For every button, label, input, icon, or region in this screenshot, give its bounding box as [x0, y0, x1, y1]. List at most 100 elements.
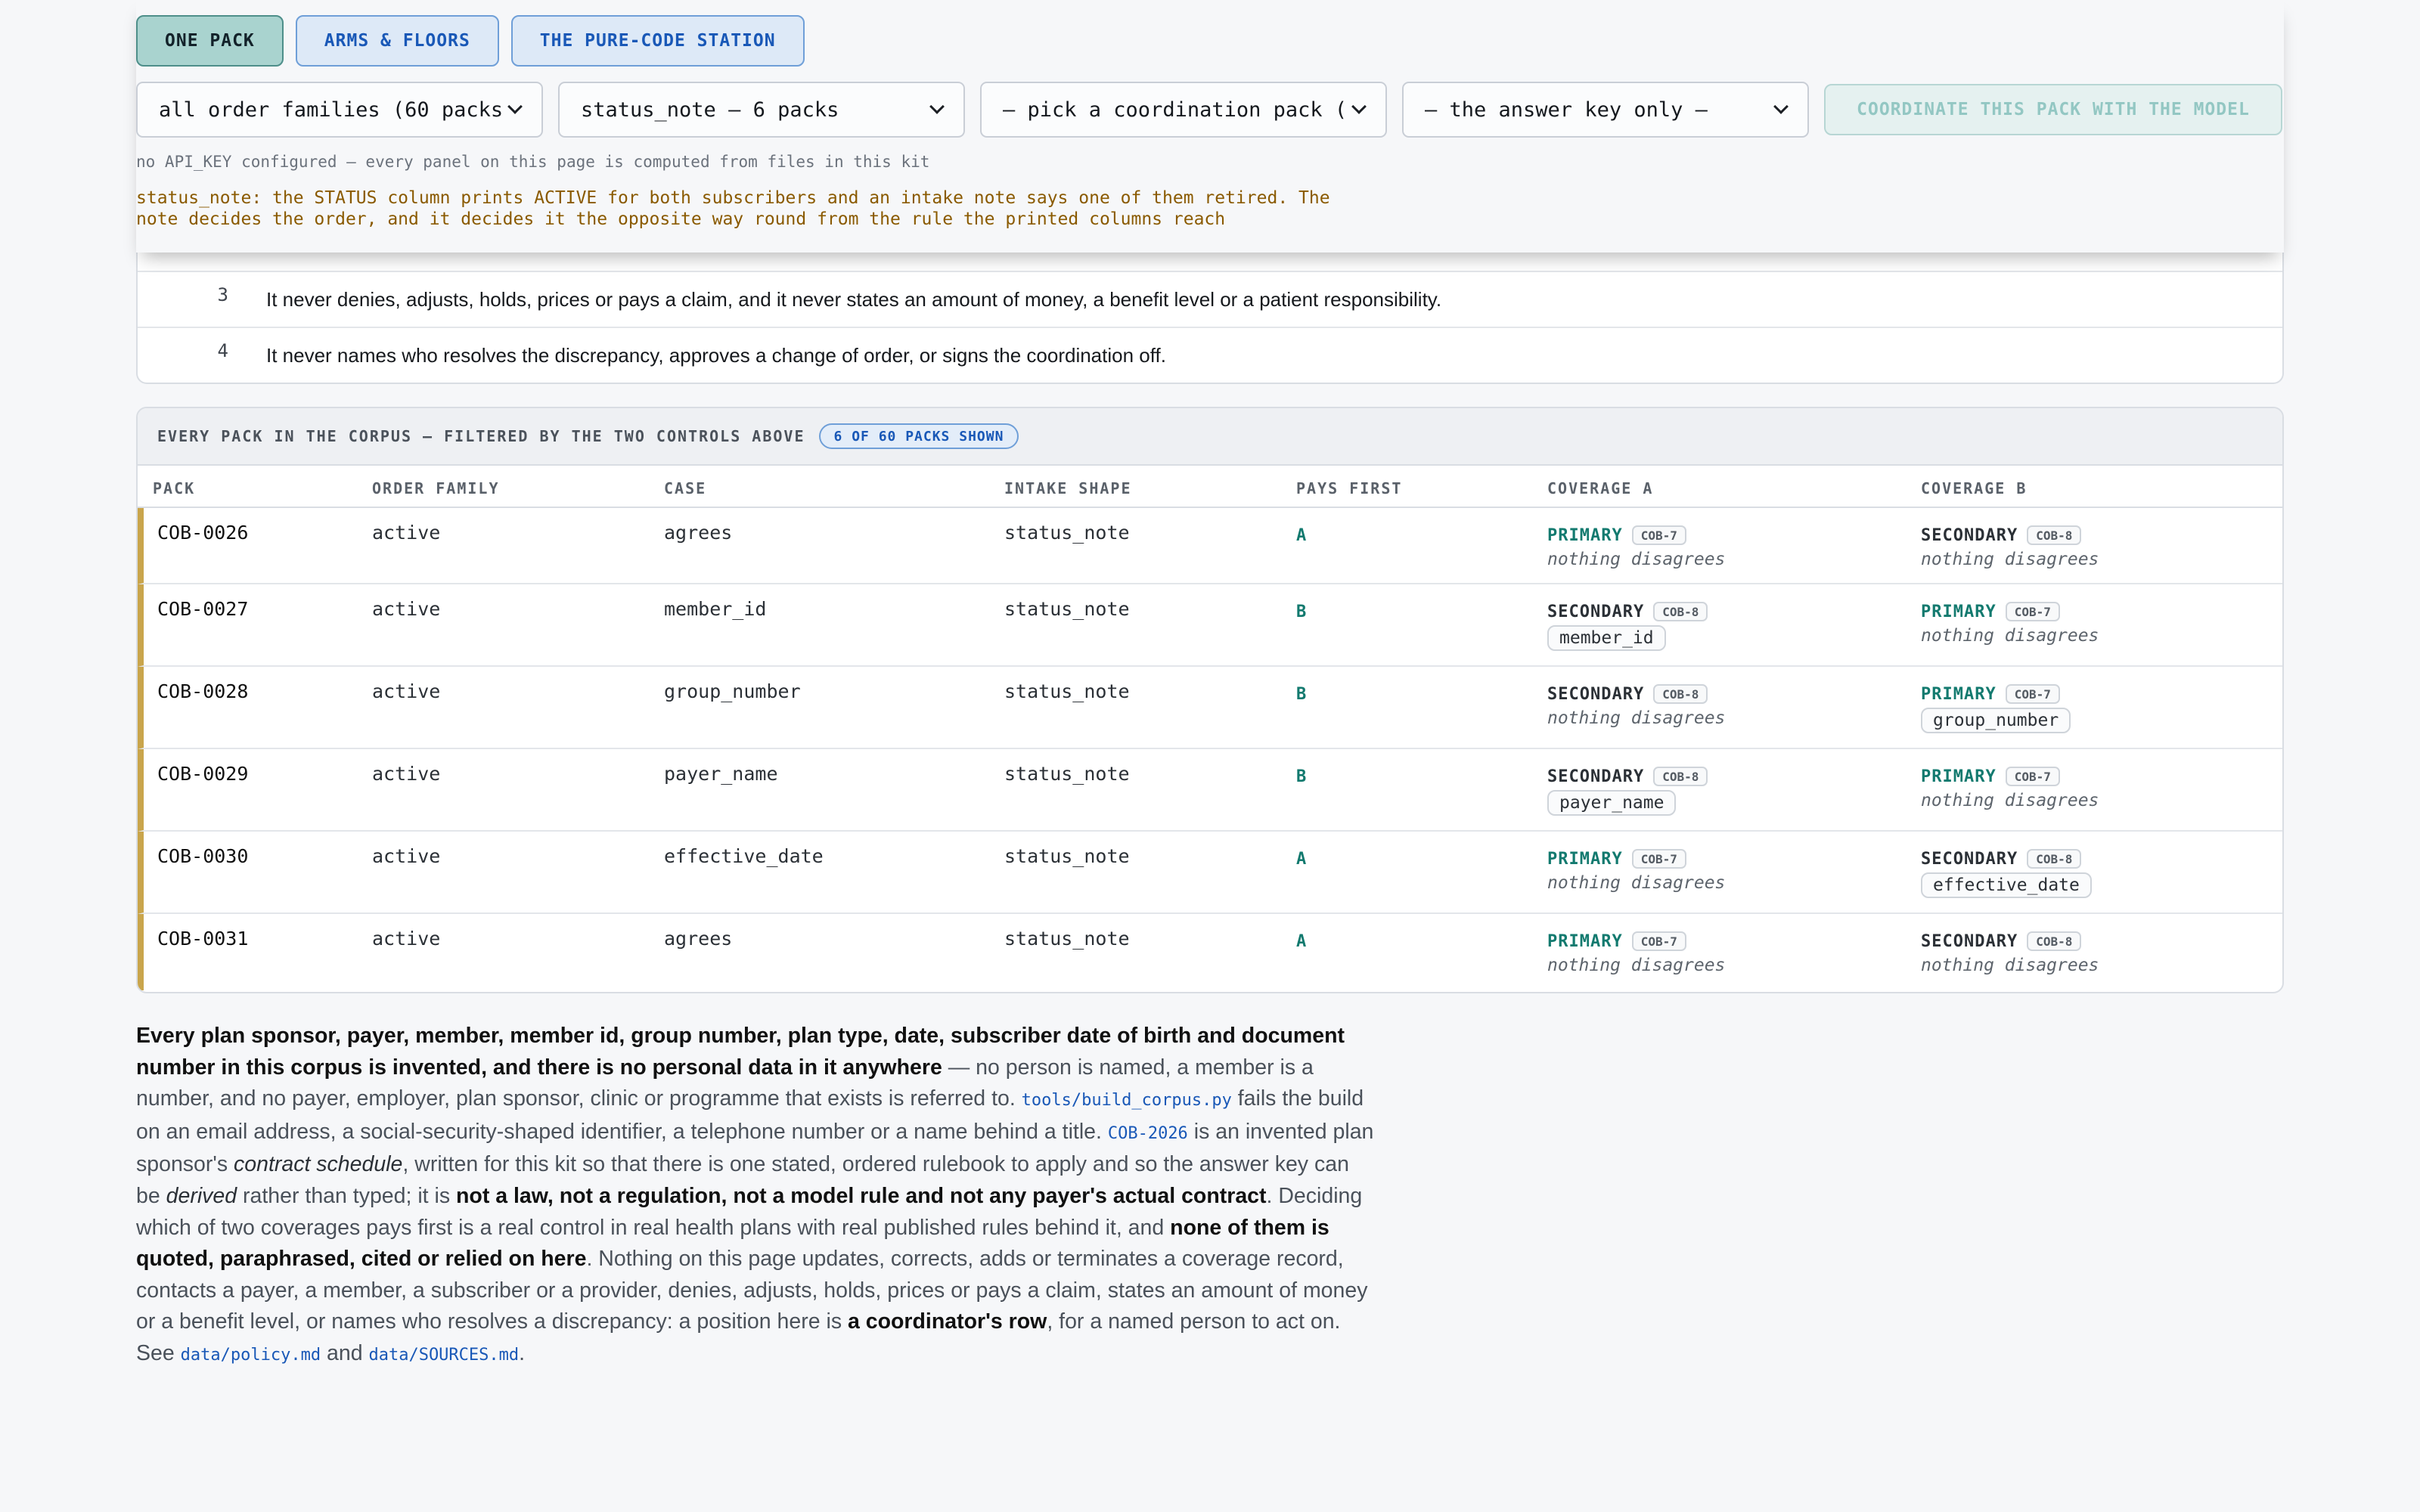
- intake-shape: status_note: [1004, 845, 1130, 867]
- answer-key-select[interactable]: — the answer key only —: [1402, 82, 1809, 138]
- cob-2026-link[interactable]: COB-2026: [1108, 1124, 1188, 1143]
- intake-shape: status_note: [1004, 598, 1130, 620]
- rule-chip: COB-7: [2005, 767, 2060, 786]
- pack-id: COB-0027: [157, 598, 249, 620]
- coverage-role: PRIMARY: [1547, 849, 1623, 869]
- table-row[interactable]: COB-0029 active payer_name status_note B SECO…: [138, 749, 2282, 832]
- intake-shape: status_note: [1004, 680, 1130, 702]
- coverage-role: SECONDARY: [1921, 931, 2018, 951]
- nothing-disagrees-note: nothing disagrees: [1547, 550, 1726, 569]
- case-name: group_number: [664, 680, 801, 702]
- case-name: payer_name: [664, 763, 778, 785]
- order-family: active: [372, 928, 441, 950]
- pays-first: B: [1296, 685, 1307, 704]
- coverage-role: SECONDARY: [1547, 602, 1645, 621]
- coverage-a-cell: SECONDARY COB-8 nothing disagrees: [1547, 682, 1725, 730]
- table-row[interactable]: COB-0030 active effective_date status_note A…: [138, 832, 2282, 914]
- col-intake-shape[interactable]: INTAKE SHAPE: [1004, 479, 1132, 497]
- disclaimer-italic: derived: [166, 1183, 237, 1208]
- coverage-b-cell: PRIMARY COB-7 nothing disagrees: [1921, 600, 2099, 648]
- table-row[interactable]: COB-0027 active member_id status_note B SECON…: [138, 584, 2282, 667]
- coverage-role-line: PRIMARY COB-7: [1921, 764, 2099, 789]
- case-name: effective_date: [664, 845, 824, 867]
- coverage-role: SECONDARY: [1547, 767, 1645, 786]
- coordinate-pack-button[interactable]: COORDINATE THIS PACK WITH THE MODEL: [1824, 84, 2282, 135]
- table-row[interactable]: COB-0028 active group_number status_note B SE…: [138, 667, 2282, 749]
- coverage-role-line: SECONDARY COB-8: [1921, 929, 2099, 953]
- tab-pure-code-station[interactable]: THE PURE-CODE STATION: [510, 15, 805, 67]
- disagreeing-field-chip: effective_date: [1921, 872, 2092, 898]
- col-coverage-a[interactable]: COVERAGE A: [1547, 479, 1653, 497]
- coverage-role-line: PRIMARY COB-7: [1547, 523, 1725, 547]
- coverage-role: PRIMARY: [1921, 767, 1996, 786]
- intake-shape-select[interactable]: status_note — 6 packs: [558, 82, 965, 138]
- coverage-role: PRIMARY: [1547, 525, 1623, 545]
- chevron-down-icon: [1773, 99, 1789, 114]
- tab-one-pack[interactable]: ONE PACK: [136, 15, 284, 67]
- coverage-a-cell: PRIMARY COB-7 nothing disagrees: [1547, 929, 1725, 978]
- col-pack[interactable]: PACK: [153, 479, 195, 497]
- order-family-select[interactable]: all order families (60 packs): [136, 82, 543, 138]
- coverage-role: PRIMARY: [1547, 931, 1623, 951]
- privacy-disclaimer: Every plan sponsor, payer, member, membe…: [136, 1021, 1376, 1371]
- rule-chip: COB-7: [1631, 525, 1686, 545]
- status-note-description: status_note: the STATUS column prints AC…: [136, 188, 1330, 229]
- rule-chip: COB-8: [2027, 849, 2082, 869]
- rule-number: 3: [217, 284, 228, 305]
- order-family: active: [372, 598, 441, 620]
- table-row[interactable]: COB-0031 active agrees status_note A PRIMARY C…: [138, 914, 2282, 990]
- disagreeing-field-chip: group_number: [1921, 708, 2071, 733]
- pack-select[interactable]: — pick a coordination pack (6: [980, 82, 1387, 138]
- col-case[interactable]: CASE: [664, 479, 706, 497]
- pays-first: B: [1296, 767, 1307, 786]
- coverage-role: SECONDARY: [1921, 849, 2018, 869]
- coverage-role: PRIMARY: [1921, 684, 1996, 704]
- sources-md-link[interactable]: data/SOURCES.md: [368, 1346, 519, 1365]
- rule-chip: COB-8: [2027, 931, 2082, 951]
- coverage-b-cell: PRIMARY COB-7 group_number: [1921, 682, 2071, 733]
- pack-id: COB-0026: [157, 522, 249, 544]
- order-family: active: [372, 680, 441, 702]
- pack-value: — pick a coordination pack (6: [1003, 98, 1346, 122]
- rule-chip: COB-8: [2027, 525, 2082, 545]
- pack-id: COB-0030: [157, 845, 249, 867]
- col-coverage-b[interactable]: COVERAGE B: [1921, 479, 2027, 497]
- rule-chip: COB-7: [2005, 602, 2060, 621]
- disclaimer-text: and: [321, 1340, 369, 1365]
- build-corpus-link[interactable]: tools/build_corpus.py: [1022, 1091, 1232, 1110]
- chevron-down-icon: [929, 99, 945, 114]
- coverage-b-cell: SECONDARY COB-8 effective_date: [1921, 847, 2092, 898]
- coverage-a-cell: PRIMARY COB-7 nothing disagrees: [1547, 523, 1725, 572]
- rule-chip: COB-8: [1653, 767, 1708, 786]
- rule-text: It never names who resolves the discrepa…: [266, 343, 1166, 367]
- disclaimer-text: rather than typed; it is: [237, 1183, 457, 1208]
- coverage-role-line: SECONDARY COB-8: [1547, 764, 1708, 789]
- col-order-family[interactable]: ORDER FAMILY: [372, 479, 500, 497]
- tab-arms-floors[interactable]: ARMS & FLOORS: [295, 15, 499, 67]
- rule-chip: COB-7: [1631, 931, 1686, 951]
- case-name: agrees: [664, 928, 733, 950]
- pays-first: A: [1296, 850, 1307, 869]
- rule-row: 4 It never names who resolves the discre…: [138, 327, 2282, 383]
- disagreeing-field-chip: payer_name: [1547, 790, 1677, 816]
- api-key-notice: no API_KEY configured — every panel on t…: [136, 153, 930, 171]
- coverage-b-cell: SECONDARY COB-8 nothing disagrees: [1921, 523, 2099, 572]
- pays-first: A: [1296, 526, 1307, 545]
- intake-shape: status_note: [1004, 522, 1130, 544]
- coverage-role: SECONDARY: [1547, 684, 1645, 704]
- coverage-role-line: PRIMARY COB-7: [1547, 847, 1725, 871]
- chevron-down-icon: [1351, 99, 1367, 114]
- coverage-a-cell: SECONDARY COB-8 member_id: [1547, 600, 1708, 651]
- case-name: agrees: [664, 522, 733, 544]
- nothing-disagrees-note: nothing disagrees: [1921, 956, 2099, 975]
- table-header: PACK ORDER FAMILY CASE INTAKE SHAPE PAYS…: [138, 466, 2282, 508]
- pays-first: B: [1296, 603, 1307, 621]
- corpus-title: EVERY PACK IN THE CORPUS — FILTERED BY T…: [157, 427, 805, 445]
- table-row[interactable]: COB-0026 active agrees status_note A PRIMARY C…: [138, 508, 2282, 584]
- view-tabs: ONE PACK ARMS & FLOORS THE PURE-CODE STA…: [136, 15, 805, 67]
- control-panel: ONE PACK ARMS & FLOORS THE PURE-CODE STA…: [136, 0, 2284, 253]
- order-family: active: [372, 845, 441, 867]
- col-pays-first[interactable]: PAYS FIRST: [1296, 479, 1402, 497]
- rule-chip: COB-7: [1631, 849, 1686, 869]
- policy-md-link[interactable]: data/policy.md: [181, 1346, 321, 1365]
